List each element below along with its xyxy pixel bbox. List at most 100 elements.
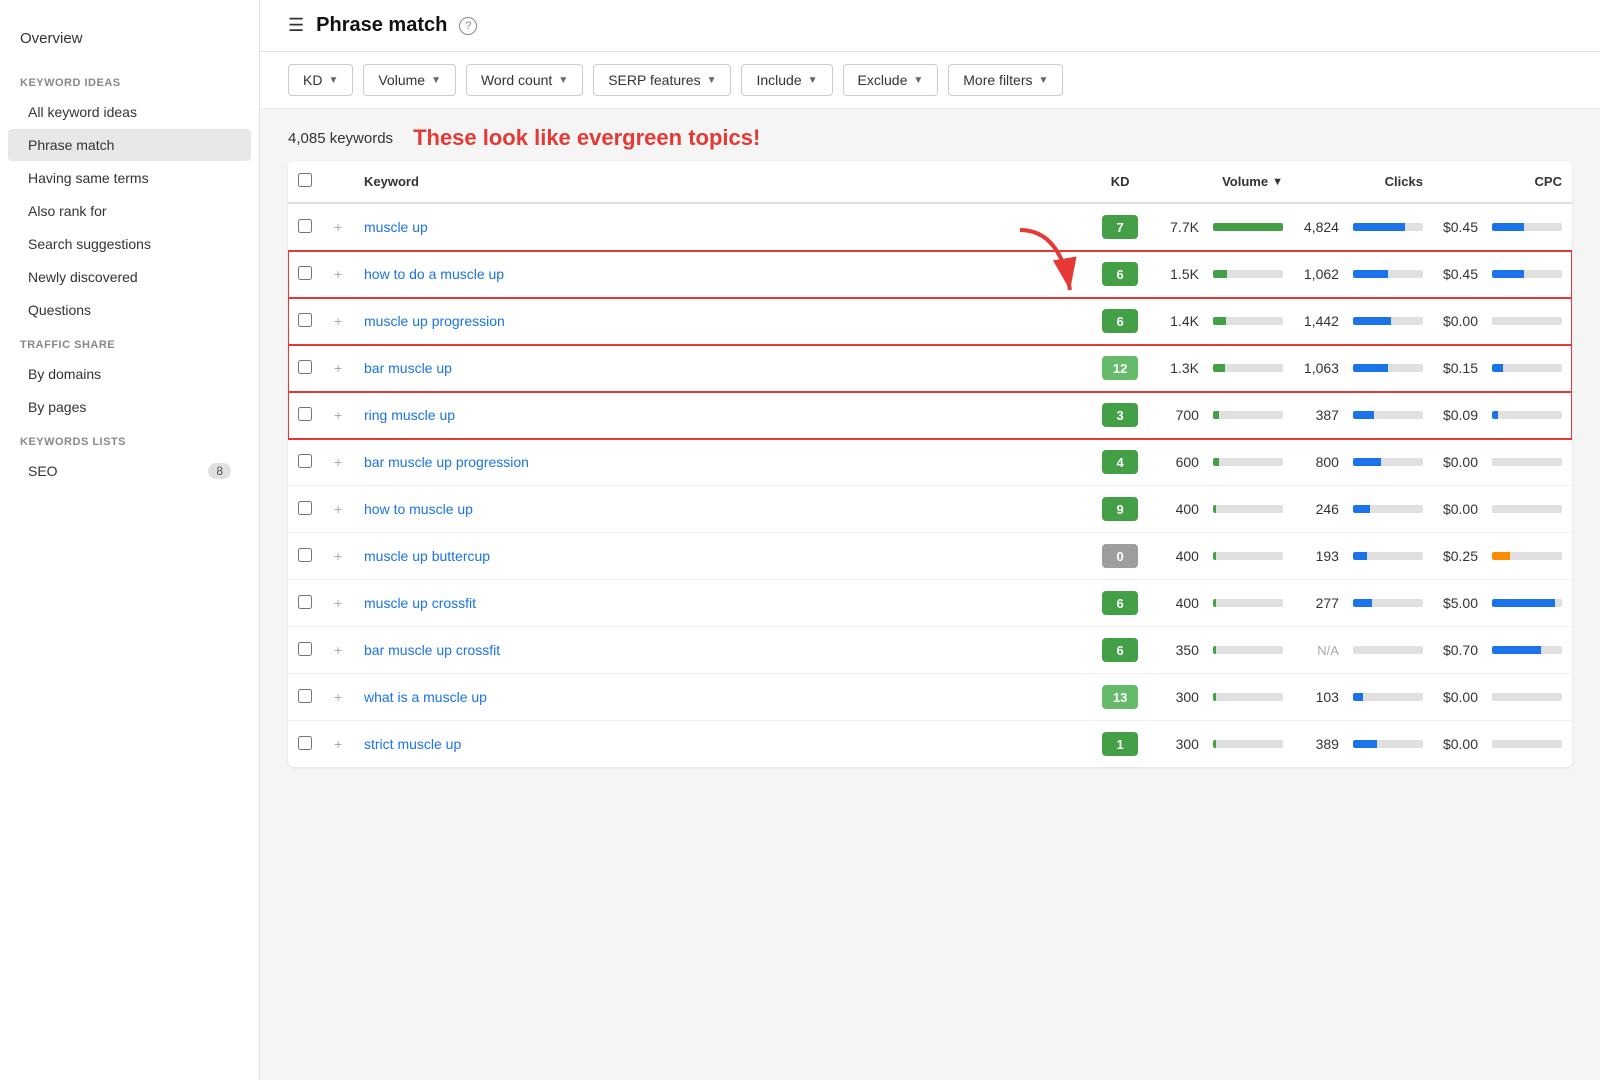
cpc-cell: $0.45 bbox=[1433, 251, 1572, 298]
clicks-cell: 1,062 bbox=[1293, 251, 1433, 298]
row-add-cell[interactable]: + bbox=[324, 674, 354, 721]
add-keyword-icon[interactable]: + bbox=[334, 360, 342, 376]
row-add-cell[interactable]: + bbox=[324, 392, 354, 439]
filter-btn-kd[interactable]: KD▼ bbox=[288, 64, 353, 96]
sidebar-item-seo[interactable]: SEO8 bbox=[8, 455, 251, 487]
row-add-cell[interactable]: + bbox=[324, 486, 354, 533]
select-all-checkbox[interactable] bbox=[298, 173, 312, 187]
row-checkbox-cell[interactable] bbox=[288, 533, 324, 580]
filter-btn-more-filters[interactable]: More filters▼ bbox=[948, 64, 1063, 96]
sidebar-item-overview[interactable]: Overview bbox=[0, 20, 259, 65]
row-checkbox[interactable] bbox=[298, 501, 312, 515]
sidebar-item-by-domains[interactable]: By domains bbox=[8, 358, 251, 390]
keyword-link[interactable]: muscle up buttercup bbox=[364, 548, 490, 564]
clicks-column-header[interactable]: Clicks bbox=[1293, 161, 1433, 203]
row-add-cell[interactable]: + bbox=[324, 721, 354, 768]
sidebar-item-having-same-terms[interactable]: Having same terms bbox=[8, 162, 251, 194]
keyword-link[interactable]: strict muscle up bbox=[364, 736, 461, 752]
add-keyword-icon[interactable]: + bbox=[334, 501, 342, 517]
keyword-count: 4,085 keywords bbox=[288, 130, 393, 147]
keyword-link[interactable]: what is a muscle up bbox=[364, 689, 487, 705]
row-checkbox-cell[interactable] bbox=[288, 580, 324, 627]
select-all-header[interactable] bbox=[288, 161, 324, 203]
cpc-cell: $0.00 bbox=[1433, 674, 1572, 721]
keyword-link[interactable]: muscle up progression bbox=[364, 313, 505, 329]
keyword-link[interactable]: how to do a muscle up bbox=[364, 266, 504, 282]
volume-bar bbox=[1213, 458, 1283, 466]
row-add-cell[interactable]: + bbox=[324, 203, 354, 251]
row-checkbox-cell[interactable] bbox=[288, 486, 324, 533]
add-keyword-icon[interactable]: + bbox=[334, 548, 342, 564]
row-checkbox-cell[interactable] bbox=[288, 251, 324, 298]
row-checkbox-cell[interactable] bbox=[288, 674, 324, 721]
keyword-link[interactable]: bar muscle up bbox=[364, 360, 452, 376]
add-keyword-icon[interactable]: + bbox=[334, 219, 342, 235]
add-keyword-icon[interactable]: + bbox=[334, 454, 342, 470]
sidebar-item-by-pages[interactable]: By pages bbox=[8, 391, 251, 423]
add-keyword-icon[interactable]: + bbox=[334, 313, 342, 329]
sidebar-item-also-rank-for[interactable]: Also rank for bbox=[8, 195, 251, 227]
keyword-link[interactable]: bar muscle up progression bbox=[364, 454, 529, 470]
row-checkbox[interactable] bbox=[298, 360, 312, 374]
row-add-cell[interactable]: + bbox=[324, 439, 354, 486]
sidebar-item-all-keyword-ideas[interactable]: All keyword ideas bbox=[8, 96, 251, 128]
row-checkbox[interactable] bbox=[298, 689, 312, 703]
keyword-link[interactable]: bar muscle up crossfit bbox=[364, 642, 500, 658]
row-checkbox[interactable] bbox=[298, 266, 312, 280]
menu-icon[interactable]: ☰ bbox=[288, 15, 304, 36]
row-checkbox[interactable] bbox=[298, 407, 312, 421]
row-checkbox-cell[interactable] bbox=[288, 345, 324, 392]
filter-btn-serp-features[interactable]: SERP features▼ bbox=[593, 64, 731, 96]
row-checkbox[interactable] bbox=[298, 595, 312, 609]
help-icon[interactable]: ? bbox=[459, 17, 477, 35]
filter-btn-include[interactable]: Include▼ bbox=[741, 64, 832, 96]
add-keyword-icon[interactable]: + bbox=[334, 407, 342, 423]
volume-cell: 1.4K bbox=[1160, 298, 1293, 345]
row-checkbox[interactable] bbox=[298, 548, 312, 562]
sidebar-item-newly-discovered[interactable]: Newly discovered bbox=[8, 261, 251, 293]
keyword-link[interactable]: muscle up crossfit bbox=[364, 595, 476, 611]
row-checkbox-cell[interactable] bbox=[288, 203, 324, 251]
clicks-cell: N/A bbox=[1293, 627, 1433, 674]
add-keyword-icon[interactable]: + bbox=[334, 266, 342, 282]
add-keyword-icon[interactable]: + bbox=[334, 736, 342, 752]
kd-column-header[interactable]: KD bbox=[1080, 161, 1160, 203]
row-checkbox-cell[interactable] bbox=[288, 439, 324, 486]
row-checkbox-cell[interactable] bbox=[288, 392, 324, 439]
row-add-cell[interactable]: + bbox=[324, 533, 354, 580]
cpc-cell: $0.45 bbox=[1433, 203, 1572, 251]
row-add-cell[interactable]: + bbox=[324, 251, 354, 298]
cpc-cell: $0.00 bbox=[1433, 298, 1572, 345]
volume-column-header[interactable]: Volume ▼ bbox=[1160, 161, 1293, 203]
row-checkbox[interactable] bbox=[298, 313, 312, 327]
filter-btn-word-count[interactable]: Word count▼ bbox=[466, 64, 583, 96]
row-checkbox-cell[interactable] bbox=[288, 298, 324, 345]
add-keyword-icon[interactable]: + bbox=[334, 642, 342, 658]
filter-btn-volume[interactable]: Volume▼ bbox=[363, 64, 456, 96]
add-keyword-icon[interactable]: + bbox=[334, 595, 342, 611]
sidebar-item-phrase-match[interactable]: Phrase match bbox=[8, 129, 251, 161]
row-add-cell[interactable]: + bbox=[324, 298, 354, 345]
row-checkbox[interactable] bbox=[298, 454, 312, 468]
sidebar-item-search-suggestions[interactable]: Search suggestions bbox=[8, 228, 251, 260]
filter-btn-exclude[interactable]: Exclude▼ bbox=[843, 64, 939, 96]
row-checkbox-cell[interactable] bbox=[288, 721, 324, 768]
volume-bar-fill bbox=[1213, 223, 1283, 231]
cpc-column-header[interactable]: CPC bbox=[1433, 161, 1572, 203]
keyword-link[interactable]: ring muscle up bbox=[364, 407, 455, 423]
row-checkbox[interactable] bbox=[298, 642, 312, 656]
filter-dropdown-icon: ▼ bbox=[808, 75, 818, 86]
row-checkbox[interactable] bbox=[298, 219, 312, 233]
sidebar-item-questions[interactable]: Questions bbox=[8, 294, 251, 326]
keyword-link[interactable]: how to muscle up bbox=[364, 501, 473, 517]
clicks-bar bbox=[1353, 458, 1423, 466]
row-checkbox-cell[interactable] bbox=[288, 627, 324, 674]
keyword-link[interactable]: muscle up bbox=[364, 219, 428, 235]
row-add-cell[interactable]: + bbox=[324, 345, 354, 392]
clicks-value: 1,062 bbox=[1304, 266, 1339, 282]
row-add-cell[interactable]: + bbox=[324, 627, 354, 674]
add-keyword-icon[interactable]: + bbox=[334, 689, 342, 705]
row-add-cell[interactable]: + bbox=[324, 580, 354, 627]
cpc-cell: $0.70 bbox=[1433, 627, 1572, 674]
row-checkbox[interactable] bbox=[298, 736, 312, 750]
